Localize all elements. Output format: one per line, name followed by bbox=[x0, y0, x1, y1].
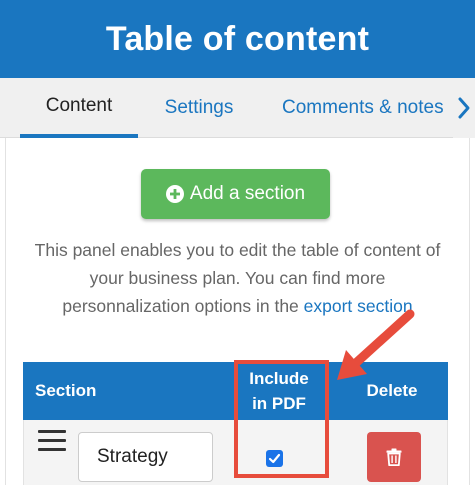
section-name-input[interactable] bbox=[78, 432, 213, 482]
tab-content[interactable]: Content bbox=[20, 78, 138, 138]
column-header-include-line2: in PDF bbox=[252, 394, 306, 413]
add-section-label: Add a section bbox=[189, 183, 306, 204]
column-header-section: Section bbox=[35, 381, 97, 400]
table-row bbox=[23, 420, 448, 485]
export-section-link[interactable]: export section bbox=[304, 296, 413, 316]
add-section-button[interactable]: Add a section bbox=[141, 169, 330, 219]
trash-icon bbox=[386, 448, 402, 466]
tab-settings[interactable]: Settings bbox=[153, 78, 245, 138]
info-text: This panel enables you to edit the table… bbox=[30, 236, 445, 320]
column-header-delete: Delete bbox=[366, 381, 418, 400]
table-header: Section Include in PDF Delete bbox=[23, 362, 448, 420]
tab-bar: Content Settings Comments & notes bbox=[0, 78, 475, 138]
app-header: Table of content bbox=[0, 0, 475, 78]
column-header-include-in-pdf: Include in PDF bbox=[237, 366, 321, 416]
column-header-include-line1: Include bbox=[249, 369, 309, 388]
delete-section-button[interactable] bbox=[367, 432, 421, 482]
tab-comments-notes[interactable]: Comments & notes bbox=[282, 78, 455, 138]
tab-scroll-right-button[interactable] bbox=[453, 78, 475, 138]
plus-circle-icon bbox=[165, 185, 184, 203]
include-in-pdf-checkbox[interactable] bbox=[266, 450, 283, 467]
checkmark-icon bbox=[268, 453, 281, 464]
chevron-right-icon bbox=[458, 97, 470, 119]
page-title: Table of content bbox=[105, 19, 370, 58]
drag-handle-icon[interactable] bbox=[38, 430, 66, 454]
